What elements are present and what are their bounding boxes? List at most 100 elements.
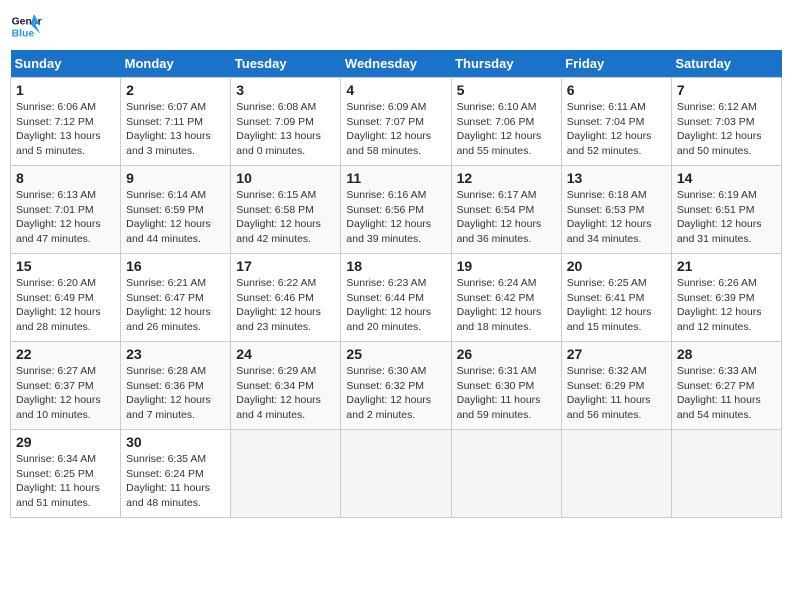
calendar-cell: 30 Sunrise: 6:35 AMSunset: 6:24 PMDayligh… [121, 430, 231, 518]
day-info: Sunrise: 6:24 AMSunset: 6:42 PMDaylight:… [457, 276, 556, 335]
day-info: Sunrise: 6:13 AMSunset: 7:01 PMDaylight:… [16, 188, 115, 247]
day-number: 20 [567, 258, 666, 274]
day-number: 11 [346, 170, 445, 186]
day-number: 9 [126, 170, 225, 186]
calendar-cell: 21 Sunrise: 6:26 AMSunset: 6:39 PMDayligh… [671, 254, 781, 342]
day-info: Sunrise: 6:32 AMSunset: 6:29 PMDaylight:… [567, 364, 666, 423]
day-info: Sunrise: 6:17 AMSunset: 6:54 PMDaylight:… [457, 188, 556, 247]
calendar-cell: 10 Sunrise: 6:15 AMSunset: 6:58 PMDayligh… [231, 166, 341, 254]
day-info: Sunrise: 6:08 AMSunset: 7:09 PMDaylight:… [236, 100, 335, 159]
day-info: Sunrise: 6:11 AMSunset: 7:04 PMDaylight:… [567, 100, 666, 159]
calendar-cell: 20 Sunrise: 6:25 AMSunset: 6:41 PMDayligh… [561, 254, 671, 342]
day-info: Sunrise: 6:35 AMSunset: 6:24 PMDaylight:… [126, 452, 225, 511]
day-number: 17 [236, 258, 335, 274]
calendar-cell: 12 Sunrise: 6:17 AMSunset: 6:54 PMDayligh… [451, 166, 561, 254]
calendar-cell: 6 Sunrise: 6:11 AMSunset: 7:04 PMDaylight… [561, 78, 671, 166]
calendar-cell: 23 Sunrise: 6:28 AMSunset: 6:36 PMDayligh… [121, 342, 231, 430]
calendar-cell: 17 Sunrise: 6:22 AMSunset: 6:46 PMDayligh… [231, 254, 341, 342]
col-header-friday: Friday [561, 50, 671, 78]
calendar-cell: 8 Sunrise: 6:13 AMSunset: 7:01 PMDaylight… [11, 166, 121, 254]
day-number: 15 [16, 258, 115, 274]
day-info: Sunrise: 6:25 AMSunset: 6:41 PMDaylight:… [567, 276, 666, 335]
day-info: Sunrise: 6:21 AMSunset: 6:47 PMDaylight:… [126, 276, 225, 335]
day-info: Sunrise: 6:15 AMSunset: 6:58 PMDaylight:… [236, 188, 335, 247]
col-header-saturday: Saturday [671, 50, 781, 78]
logo: General Blue [10, 10, 42, 42]
calendar-cell: 24Sunrise: 6:29 AMSunset: 6:34 PMDayligh… [231, 342, 341, 430]
calendar-cell: 3 Sunrise: 6:08 AMSunset: 7:09 PMDaylight… [231, 78, 341, 166]
day-info: Sunrise: 6:30 AMSunset: 6:32 PMDaylight:… [346, 364, 445, 423]
calendar-cell: 14Sunrise: 6:19 AMSunset: 6:51 PMDayligh… [671, 166, 781, 254]
logo-icon: General Blue [10, 10, 42, 42]
day-number: 6 [567, 82, 666, 98]
day-info: Sunrise: 6:19 AMSunset: 6:51 PMDaylight:… [677, 188, 776, 247]
day-number: 27 [567, 346, 666, 362]
header: General Blue [10, 10, 782, 42]
calendar-cell [671, 430, 781, 518]
day-number: 30 [126, 434, 225, 450]
day-number: 2 [126, 82, 225, 98]
day-number: 5 [457, 82, 556, 98]
calendar-cell: 22 Sunrise: 6:27 AMSunset: 6:37 PMDayligh… [11, 342, 121, 430]
col-header-sunday: Sunday [11, 50, 121, 78]
day-info: Sunrise: 6:27 AMSunset: 6:37 PMDaylight:… [16, 364, 115, 423]
calendar-cell: 5Sunrise: 6:10 AMSunset: 7:06 PMDaylight… [451, 78, 561, 166]
day-number: 19 [457, 258, 556, 274]
calendar-cell: 13 Sunrise: 6:18 AMSunset: 6:53 PMDayligh… [561, 166, 671, 254]
calendar-cell: 9 Sunrise: 6:14 AMSunset: 6:59 PMDaylight… [121, 166, 231, 254]
day-number: 8 [16, 170, 115, 186]
day-number: 10 [236, 170, 335, 186]
calendar-cell: 28 Sunrise: 6:33 AMSunset: 6:27 PMDayligh… [671, 342, 781, 430]
col-header-thursday: Thursday [451, 50, 561, 78]
calendar-table: SundayMondayTuesdayWednesdayThursdayFrid… [10, 50, 782, 518]
day-info: Sunrise: 6:06 AMSunset: 7:12 PMDaylight:… [16, 100, 115, 159]
calendar-cell: 16 Sunrise: 6:21 AMSunset: 6:47 PMDayligh… [121, 254, 231, 342]
day-number: 26 [457, 346, 556, 362]
day-info: Sunrise: 6:33 AMSunset: 6:27 PMDaylight:… [677, 364, 776, 423]
day-number: 16 [126, 258, 225, 274]
calendar-cell: 1 Sunrise: 6:06 AMSunset: 7:12 PMDaylight… [11, 78, 121, 166]
calendar-cell [231, 430, 341, 518]
day-info: Sunrise: 6:18 AMSunset: 6:53 PMDaylight:… [567, 188, 666, 247]
day-number: 23 [126, 346, 225, 362]
day-number: 22 [16, 346, 115, 362]
day-number: 13 [567, 170, 666, 186]
day-info: Sunrise: 6:20 AMSunset: 6:49 PMDaylight:… [16, 276, 115, 335]
day-info: Sunrise: 6:29 AMSunset: 6:34 PMDaylight:… [236, 364, 335, 423]
day-number: 4 [346, 82, 445, 98]
day-number: 21 [677, 258, 776, 274]
calendar-cell: 27 Sunrise: 6:32 AMSunset: 6:29 PMDayligh… [561, 342, 671, 430]
day-number: 18 [346, 258, 445, 274]
day-number: 12 [457, 170, 556, 186]
calendar-cell: 15 Sunrise: 6:20 AMSunset: 6:49 PMDayligh… [11, 254, 121, 342]
day-info: Sunrise: 6:23 AMSunset: 6:44 PMDaylight:… [346, 276, 445, 335]
day-number: 28 [677, 346, 776, 362]
day-info: Sunrise: 6:26 AMSunset: 6:39 PMDaylight:… [677, 276, 776, 335]
day-info: Sunrise: 6:28 AMSunset: 6:36 PMDaylight:… [126, 364, 225, 423]
calendar-cell: 25 Sunrise: 6:30 AMSunset: 6:32 PMDayligh… [341, 342, 451, 430]
day-number: 25 [346, 346, 445, 362]
day-info: Sunrise: 6:07 AMSunset: 7:11 PMDaylight:… [126, 100, 225, 159]
day-info: Sunrise: 6:14 AMSunset: 6:59 PMDaylight:… [126, 188, 225, 247]
calendar-cell: 19 Sunrise: 6:24 AMSunset: 6:42 PMDayligh… [451, 254, 561, 342]
calendar-cell: 18 Sunrise: 6:23 AMSunset: 6:44 PMDayligh… [341, 254, 451, 342]
calendar-cell: 2 Sunrise: 6:07 AMSunset: 7:11 PMDaylight… [121, 78, 231, 166]
day-number: 7 [677, 82, 776, 98]
calendar-cell [341, 430, 451, 518]
calendar-cell: 4Sunrise: 6:09 AMSunset: 7:07 PMDaylight… [341, 78, 451, 166]
day-number: 1 [16, 82, 115, 98]
calendar-cell: 7Sunrise: 6:12 AMSunset: 7:03 PMDaylight… [671, 78, 781, 166]
day-info: Sunrise: 6:22 AMSunset: 6:46 PMDaylight:… [236, 276, 335, 335]
col-header-monday: Monday [121, 50, 231, 78]
col-header-wednesday: Wednesday [341, 50, 451, 78]
day-number: 29 [16, 434, 115, 450]
day-info: Sunrise: 6:34 AMSunset: 6:25 PMDaylight:… [16, 452, 115, 511]
calendar-cell: 11 Sunrise: 6:16 AMSunset: 6:56 PMDayligh… [341, 166, 451, 254]
day-number: 3 [236, 82, 335, 98]
calendar-cell [561, 430, 671, 518]
day-info: Sunrise: 6:31 AMSunset: 6:30 PMDaylight:… [457, 364, 556, 423]
calendar-cell: 29 Sunrise: 6:34 AMSunset: 6:25 PMDayligh… [11, 430, 121, 518]
calendar-cell [451, 430, 561, 518]
day-info: Sunrise: 6:16 AMSunset: 6:56 PMDaylight:… [346, 188, 445, 247]
svg-text:Blue: Blue [12, 28, 35, 39]
